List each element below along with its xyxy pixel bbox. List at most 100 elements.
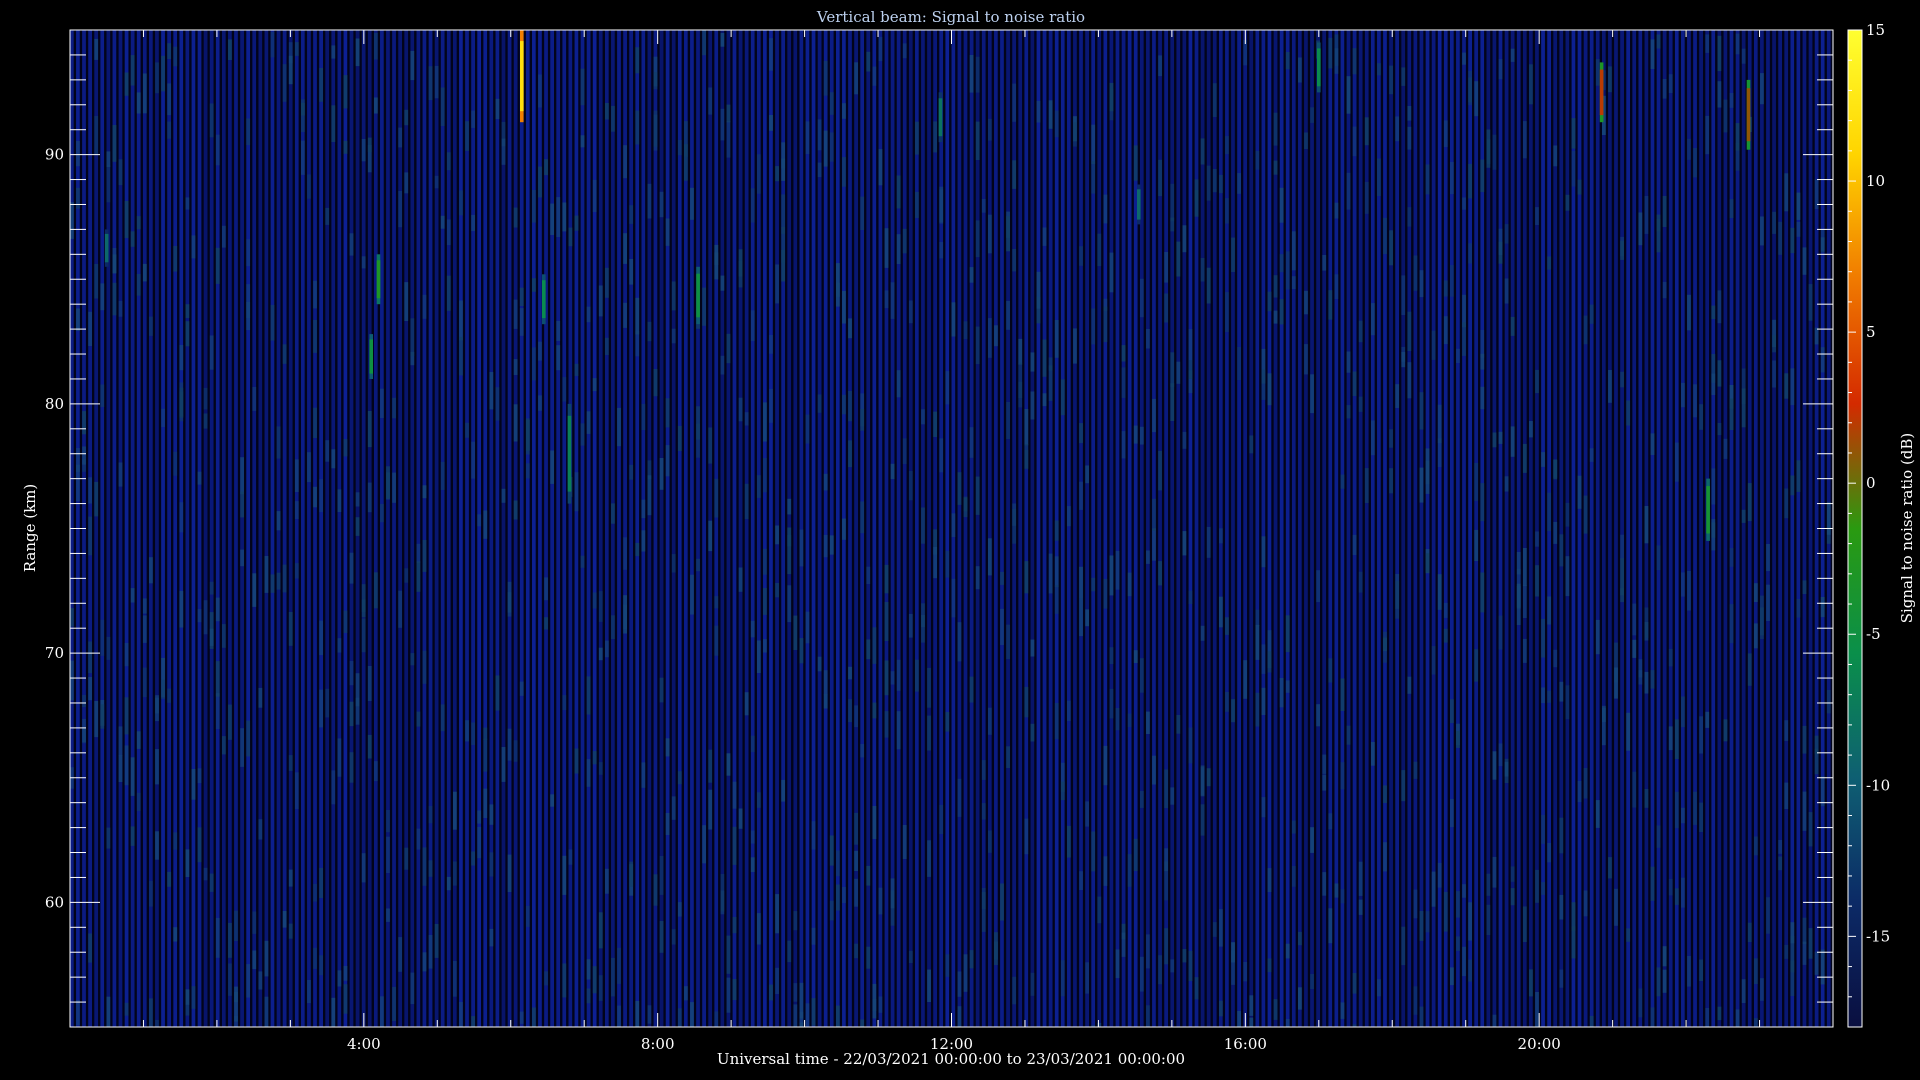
- noise-streak: [1790, 922, 1795, 944]
- column-gap: [499, 30, 502, 1027]
- noise-column: [1407, 30, 1412, 1027]
- column-gap: [177, 30, 180, 1027]
- noise-streak: [1674, 719, 1679, 759]
- noise-column: [1188, 30, 1193, 1027]
- noise-streak: [823, 534, 828, 558]
- noise-streak: [325, 207, 330, 225]
- noise-streak: [1577, 179, 1582, 195]
- noise-streak: [1152, 398, 1156, 433]
- noise-streak: [1358, 571, 1363, 593]
- noise-streak: [1741, 979, 1746, 1003]
- noise-streak: [1413, 761, 1418, 779]
- noise-column: [1529, 30, 1533, 1027]
- noise-streak: [76, 1000, 80, 1026]
- noise-streak: [1364, 181, 1369, 214]
- noise-streak: [1291, 866, 1296, 887]
- noise-streak: [1328, 37, 1333, 69]
- noise-streak: [179, 345, 184, 371]
- plot-area: [70, 30, 1833, 1027]
- noise-streak: [598, 975, 603, 1001]
- noise-column: [1097, 30, 1102, 1027]
- noise-streak: [1784, 782, 1789, 809]
- column-gap: [1794, 30, 1797, 1027]
- noise-streak: [355, 517, 360, 536]
- column-gap: [1684, 30, 1688, 1027]
- noise-streak: [744, 692, 749, 716]
- noise-streak: [835, 850, 840, 877]
- column-gap: [888, 30, 891, 1027]
- noise-column: [1389, 30, 1393, 1027]
- noise-streak: [70, 608, 74, 627]
- noise-streak: [896, 370, 901, 398]
- noise-streak: [1480, 572, 1485, 613]
- noise-streak: [337, 638, 342, 653]
- column-gap: [1508, 30, 1511, 1027]
- noise-streak: [1820, 597, 1825, 618]
- noise-streak: [1225, 617, 1229, 635]
- noise-streak: [702, 825, 707, 864]
- noise-streak: [1711, 468, 1716, 505]
- noise-streak: [617, 947, 621, 984]
- column-gap: [1745, 30, 1748, 1027]
- noise-streak: [367, 482, 372, 513]
- noise-streak: [209, 103, 214, 138]
- noise-streak: [969, 950, 974, 969]
- noise-streak: [769, 38, 773, 71]
- noise-streak: [313, 883, 317, 902]
- column-gap: [1593, 30, 1596, 1027]
- noise-streak: [769, 335, 773, 354]
- column-gap: [377, 30, 381, 1027]
- noise-streak: [343, 75, 348, 109]
- noise-streak: [1267, 868, 1272, 892]
- column-gap: [152, 30, 156, 1027]
- noise-streak: [228, 704, 232, 740]
- noise-streak: [1012, 160, 1017, 189]
- column-gap: [766, 30, 770, 1027]
- noise-streak: [1054, 110, 1059, 138]
- noise-streak: [817, 394, 822, 413]
- noise-streak: [1638, 212, 1643, 246]
- noise-streak: [1443, 280, 1448, 297]
- column-gap: [1399, 30, 1402, 1027]
- noise-streak: [1279, 678, 1284, 708]
- column-gap: [1623, 30, 1627, 1027]
- column-gap: [262, 30, 265, 1027]
- noise-streak: [477, 514, 482, 527]
- noise-column: [191, 30, 196, 1027]
- column-gap: [1344, 30, 1347, 1027]
- column-gap: [529, 30, 533, 1027]
- column-gap: [754, 30, 757, 1027]
- noise-streak: [1346, 725, 1351, 745]
- noise-streak: [1456, 891, 1460, 918]
- noise-streak: [1644, 671, 1649, 694]
- noise-streak: [331, 449, 336, 469]
- noise-streak: [1638, 988, 1643, 1018]
- noise-streak: [884, 564, 889, 594]
- noise-streak: [775, 583, 779, 598]
- noise-streak: [1006, 402, 1010, 439]
- column-gap: [389, 30, 393, 1027]
- noise-streak: [142, 667, 147, 698]
- noise-streak: [848, 440, 852, 468]
- noise-column: [532, 30, 536, 1027]
- noise-streak: [975, 566, 980, 590]
- noise-streak: [1705, 1008, 1710, 1027]
- noise-streak: [136, 92, 141, 114]
- noise-streak: [1668, 648, 1673, 667]
- noise-streak: [659, 856, 664, 895]
- noise-streak: [598, 647, 603, 661]
- noise-streak: [1121, 367, 1126, 398]
- noise-streak: [155, 749, 159, 785]
- column-gap: [92, 30, 95, 1027]
- noise-streak: [1164, 769, 1169, 809]
- noise-streak: [1559, 969, 1564, 988]
- noise-streak: [1814, 327, 1819, 345]
- noise-streak: [1170, 383, 1175, 421]
- noise-streak: [1717, 360, 1722, 387]
- column-gap: [1526, 30, 1530, 1027]
- noise-column: [1024, 30, 1029, 1027]
- column-gap: [456, 30, 460, 1027]
- noise-streak: [1717, 1006, 1722, 1021]
- column-gap: [639, 30, 642, 1027]
- noise-column: [1304, 30, 1308, 1027]
